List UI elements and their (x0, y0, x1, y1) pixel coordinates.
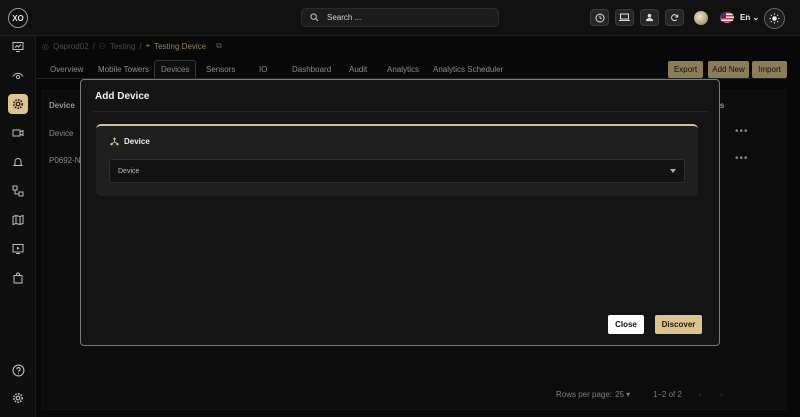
shopping-bag-icon (13, 272, 23, 284)
sidebar-item-map[interactable] (8, 210, 28, 230)
play-screen-icon (12, 244, 24, 254)
card-title: Device (110, 137, 150, 146)
sidebar (0, 36, 36, 417)
device-hub-icon (110, 137, 119, 146)
clock-icon (595, 13, 604, 22)
monitor-chart-icon (12, 42, 24, 52)
chevron-down-icon: ⌄ (752, 13, 760, 22)
top-bar: XO En ⌄ (0, 0, 800, 36)
sidebar-item-settings[interactable] (8, 94, 28, 114)
sidebar-item-preferences[interactable] (8, 388, 28, 408)
search-box[interactable] (301, 8, 499, 27)
sidebar-item-alerts[interactable] (8, 152, 28, 172)
sidebar-item-playback[interactable] (8, 239, 28, 259)
sun-icon (769, 13, 780, 24)
refresh-icon (671, 14, 679, 22)
laptop-button[interactable] (615, 9, 634, 26)
add-device-modal: Add Device Device Device Close Discover (80, 79, 720, 346)
clock-button[interactable] (590, 9, 609, 26)
gear-icon (13, 393, 23, 403)
device-card: Device Device (96, 124, 698, 196)
sidebar-item-camera[interactable] (8, 123, 28, 143)
sidebar-item-network[interactable] (8, 181, 28, 201)
network-icon (12, 185, 24, 197)
video-camera-icon (12, 129, 24, 137)
help-icon (12, 364, 24, 376)
user-button[interactable] (640, 9, 659, 26)
modal-divider (93, 111, 709, 112)
discover-button[interactable]: Discover (655, 315, 702, 334)
user-icon (645, 13, 654, 22)
refresh-button[interactable] (665, 9, 684, 26)
eye-icon (12, 72, 24, 80)
gear-icon (13, 99, 23, 109)
bell-icon (12, 158, 24, 166)
language-selector[interactable]: En ⌄ (740, 13, 759, 22)
search-icon (310, 13, 319, 22)
search-input[interactable] (327, 13, 477, 22)
theme-toggle-button[interactable] (764, 8, 785, 29)
us-flag-icon[interactable] (720, 12, 734, 23)
sidebar-item-monitor[interactable] (8, 37, 28, 57)
sidebar-item-store[interactable] (8, 268, 28, 288)
laptop-icon (619, 13, 630, 21)
sidebar-item-vision[interactable] (8, 66, 28, 86)
modal-title: Add Device (95, 91, 150, 102)
device-type-select[interactable]: Device (109, 159, 685, 183)
app-logo[interactable]: XO (8, 8, 28, 28)
close-button[interactable]: Close (608, 315, 644, 334)
user-avatar[interactable] (694, 11, 708, 25)
map-icon (12, 214, 24, 226)
caret-down-icon (670, 169, 676, 173)
sidebar-item-help[interactable] (8, 360, 28, 380)
